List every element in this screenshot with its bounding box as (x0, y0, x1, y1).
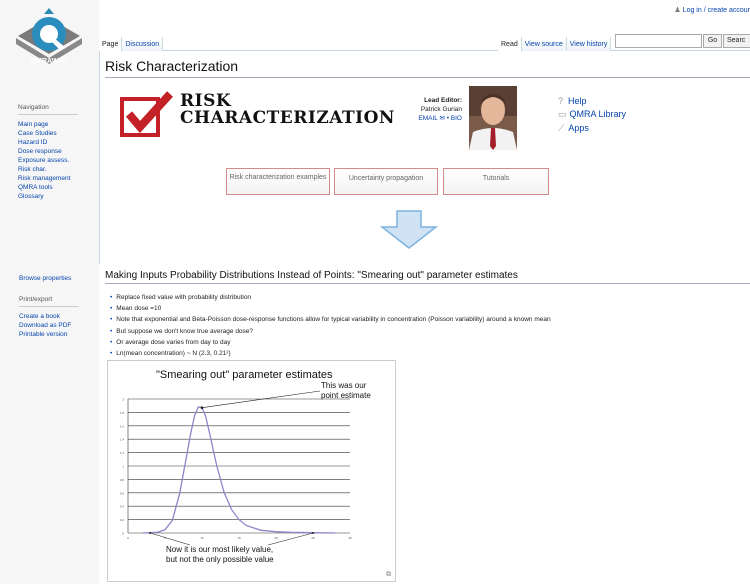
callout-bottom-line-left (150, 532, 191, 546)
banner-title: RISK CHARACTERIZATION (180, 93, 395, 127)
list-item: Ln(mean concentration) ~ N (2.3, 0.21²) (110, 348, 551, 359)
sidebar-item-exposure-assess[interactable]: Exposure assess. (18, 156, 78, 165)
search-button[interactable]: Searc (723, 34, 750, 48)
enlarge-icon[interactable]: ⧉ (386, 571, 391, 579)
nav-heading: Navigation (18, 104, 49, 111)
sidebar-item-qmra-tools[interactable]: QMRA tools (18, 183, 78, 192)
printable-version-link[interactable]: Printable version (19, 330, 79, 339)
browse-properties-link[interactable]: Browse properties (19, 274, 71, 283)
sidebar-navigation: Navigation Main page Case Studies Hazard… (18, 104, 78, 201)
help-link[interactable]: ? Help (558, 96, 626, 106)
sidebar-item-glossary[interactable]: Glossary (18, 192, 78, 201)
sidebar-item-dose-response[interactable]: Dose response (18, 147, 78, 156)
callout-top-line1: This was our (321, 381, 367, 390)
apps-link[interactable]: ⟋ Apps (558, 123, 626, 134)
tab-discussion[interactable]: Discussion (122, 37, 164, 51)
user-links[interactable]: ♟ Log in / create accour (674, 6, 750, 14)
y-tick-label: 0.8 (120, 478, 125, 482)
editor-label: Lead Editor: (424, 97, 462, 104)
print-heading: Print/export (19, 296, 53, 303)
y-tick-label: 1 (122, 465, 124, 469)
search-input[interactable] (615, 34, 702, 48)
x-tick-label: 15 (237, 536, 241, 540)
site-logo[interactable]: QMRAWIKI (8, 8, 90, 78)
y-tick-label: 2 (122, 398, 124, 402)
sidebar-item-risk-char[interactable]: Risk char. (18, 165, 78, 174)
y-tick-label: 0 (122, 532, 124, 536)
y-tick-label: 0.2 (120, 518, 125, 522)
checkmark-icon (120, 90, 176, 143)
download-pdf-link[interactable]: Download as PDF (19, 321, 79, 330)
sidebar-item-case-studies[interactable]: Case Studies (18, 129, 78, 138)
list-item: Note that exponential and Beta-Poisson d… (110, 314, 550, 325)
resource-links: ? Help ▭ QMRA Library ⟋ Apps (558, 96, 626, 134)
tab-view-history[interactable]: View history (566, 37, 612, 51)
question-icon: ? (558, 96, 564, 106)
banner-line2: CHARACTERIZATION (180, 108, 395, 128)
callout-bottom-line1: Now it is our most likely value, (166, 545, 273, 554)
wrench-icon: ⟋ (558, 123, 565, 133)
editor-links[interactable]: EMAIL ✉ • BIO (408, 114, 462, 123)
view-tabs: Read View source View history (498, 33, 612, 51)
tab-page[interactable]: Page (99, 37, 123, 51)
list-item: Or average dose varies from day to day (110, 337, 551, 348)
callout-top-line (201, 390, 321, 409)
tab-view-source[interactable]: View source (521, 37, 567, 51)
book-icon: ▭ (558, 109, 567, 119)
bullet-list: Replace fixed value with probability dis… (110, 292, 551, 359)
list-item: Mean dose =10 (110, 303, 551, 314)
callout-bottom-line2: but not the only possible value (166, 555, 274, 564)
user-icon: ♟ (674, 7, 681, 14)
page-title: Risk Characterization (105, 58, 239, 74)
distribution-chart: "Smearing out" parameter estimates This … (120, 369, 372, 564)
y-tick-label: 1.6 (120, 424, 125, 428)
editor-photo (469, 86, 517, 150)
list-item: Replace fixed value with probability dis… (110, 292, 551, 303)
print-export: Print/export Create a book Download as P… (19, 296, 79, 339)
content-title: Making Inputs Probability Distributions … (105, 270, 518, 281)
sidebar-item-hazard-id[interactable]: Hazard ID (18, 138, 78, 147)
login-link[interactable]: Log in / create accour (683, 7, 750, 14)
create-book-link[interactable]: Create a book (19, 312, 79, 321)
content-divider (105, 283, 750, 284)
sidebar-item-risk-management[interactable]: Risk management (18, 174, 78, 183)
y-tick-label: 1.2 (120, 451, 125, 455)
list-item: But suppose we don't know true average d… (110, 326, 551, 337)
tutorials-button[interactable]: Tutorials (443, 168, 549, 195)
callout-top-line2: point estimate (321, 391, 371, 400)
down-arrow-icon (379, 210, 439, 255)
x-tick-label: 25 (311, 536, 315, 540)
lead-editor: Lead Editor: Patrick Gurian EMAIL ✉ • BI… (408, 96, 462, 123)
go-button[interactable]: Go (703, 34, 722, 48)
risk-char-examples-button[interactable]: Risk characterization examples (226, 168, 330, 195)
y-tick-label: 0.6 (120, 491, 125, 495)
y-tick-label: 1.8 (120, 411, 125, 415)
y-tick-label: 0.4 (120, 505, 125, 509)
page-tabs: Page Discussion (99, 33, 499, 51)
x-tick-label: 20 (274, 536, 278, 540)
editor-name: Patrick Gurian (420, 106, 462, 113)
qmra-library-link[interactable]: ▭ QMRA Library (558, 109, 626, 120)
x-tick-label: 30 (348, 536, 352, 540)
sidebar-item-main-page[interactable]: Main page (18, 120, 78, 129)
x-tick-label: 0 (127, 536, 129, 540)
title-divider (105, 77, 750, 78)
uncertainty-propagation-button[interactable]: Uncertainty propagation (334, 168, 438, 195)
y-tick-label: 1.4 (120, 438, 125, 442)
tab-read[interactable]: Read (498, 37, 522, 51)
svg-text:QMRAWIKI: QMRAWIKI (31, 58, 68, 65)
figure-title: "Smearing out" parameter estimates (156, 369, 333, 381)
x-tick-label: 10 (200, 536, 204, 540)
figure-box: "Smearing out" parameter estimates This … (107, 360, 396, 582)
